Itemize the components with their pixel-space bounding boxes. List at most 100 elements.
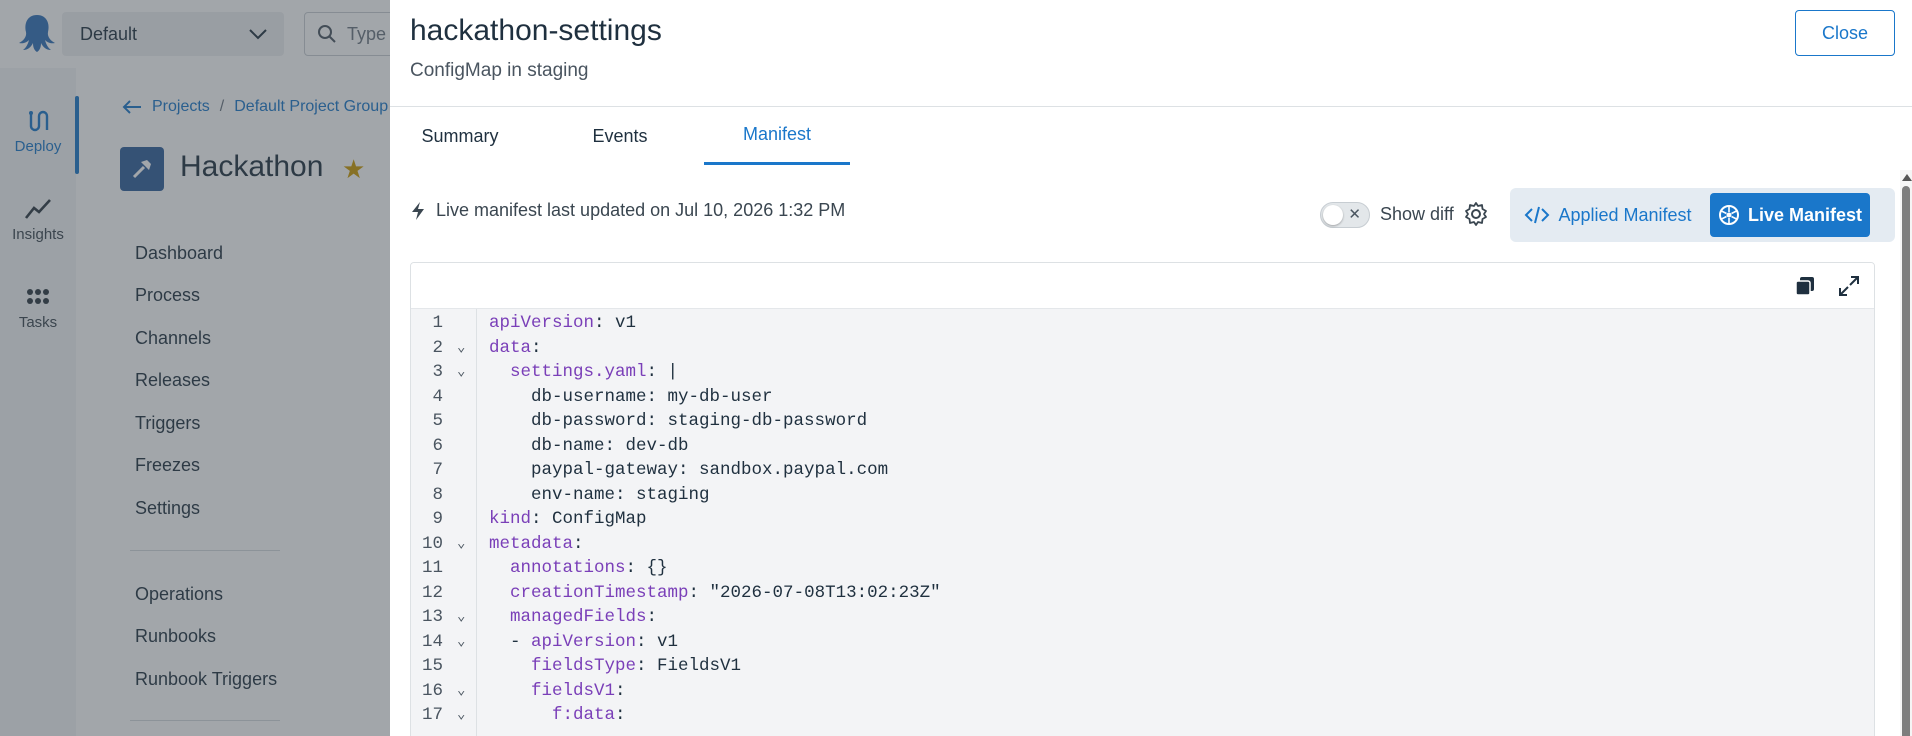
close-icon: ✕ bbox=[1348, 206, 1361, 223]
applied-manifest-label: Applied Manifest bbox=[1558, 204, 1692, 225]
line-number: 12 bbox=[421, 582, 443, 603]
manifest-view-switcher: Applied Manifest Live Manifest bbox=[1510, 188, 1895, 242]
code-text: apiVersion: v1 bbox=[489, 313, 637, 333]
scroll-thumb[interactable] bbox=[1902, 186, 1910, 736]
drawer-scrollbar[interactable] bbox=[1900, 170, 1912, 736]
resource-drawer: hackathon-settings ConfigMap in staging … bbox=[390, 0, 1912, 736]
code-text: f:data: bbox=[552, 705, 626, 725]
kubernetes-icon bbox=[1718, 205, 1739, 225]
scroll-up-arrow-icon[interactable] bbox=[1902, 174, 1912, 181]
line-number: 8 bbox=[432, 484, 443, 505]
code-text: annotations: {} bbox=[510, 558, 668, 578]
code-text: db-username: my-db-user bbox=[531, 386, 773, 407]
line-number: 9 bbox=[432, 509, 443, 529]
code-line: 17 ⌄ f:data: bbox=[411, 703, 1811, 728]
code-line: 10 ⌄ metadata: bbox=[411, 532, 1811, 557]
code-text: db-name: dev-db bbox=[531, 435, 689, 456]
line-number: 3 bbox=[432, 362, 443, 382]
line-number: 10 bbox=[421, 533, 443, 554]
yaml-key: annotations bbox=[510, 558, 626, 578]
manifest-editor: 1 apiVersion: v1 2 ⌄ data: 3 ⌄ settings.yaml: … bbox=[410, 262, 1875, 736]
code-line: 2 ⌄ data: bbox=[411, 336, 1811, 361]
code-line: 9 kind: ConfigMap bbox=[411, 507, 1811, 532]
code-text: fieldsV1: bbox=[531, 680, 626, 701]
yaml-key: apiVersion bbox=[531, 631, 637, 652]
code-text: kind: ConfigMap bbox=[489, 509, 647, 529]
applied-manifest-button[interactable]: Applied Manifest bbox=[1518, 193, 1698, 237]
code-line: 6 db-name: dev-db bbox=[411, 434, 1811, 459]
line-number: 4 bbox=[432, 386, 443, 407]
line-number: 14 bbox=[421, 631, 443, 652]
show-diff-toggle[interactable]: ✕ bbox=[1320, 202, 1370, 228]
fold-chevron-icon[interactable]: ⌄ bbox=[457, 336, 465, 361]
code-line: 4 db-username: my-db-user bbox=[411, 385, 1811, 410]
line-number: 7 bbox=[432, 460, 443, 480]
code-line: 12 creationTimestamp: "2026-07-08T13:02:… bbox=[411, 581, 1811, 606]
code-text: - apiVersion: v1 bbox=[489, 631, 679, 652]
code-text: fieldsType: FieldsV1 bbox=[531, 656, 742, 676]
code-line: 11 annotations: {} bbox=[411, 556, 1811, 581]
code-line: 8 env-name: staging bbox=[411, 483, 1811, 508]
line-number: 11 bbox=[421, 558, 443, 578]
yaml-key: data bbox=[489, 337, 532, 358]
line-number: 1 bbox=[432, 313, 443, 333]
code-text: paypal-gateway: sandbox.paypal.com bbox=[531, 460, 889, 480]
show-diff-label: Show diff bbox=[1380, 204, 1454, 224]
yaml-key: creationTimestamp bbox=[510, 582, 689, 603]
copy-icon[interactable] bbox=[1793, 274, 1817, 298]
yaml-key: managedFields bbox=[510, 607, 647, 627]
line-number: 2 bbox=[432, 337, 443, 358]
manifest-status-text: Live manifest last updated on Jul 10, 20… bbox=[436, 200, 846, 220]
yaml-key: fieldsType bbox=[531, 656, 637, 676]
lightning-icon bbox=[412, 201, 424, 220]
drawer-subtitle: ConfigMap in staging bbox=[410, 60, 589, 81]
tab-manifest[interactable]: Manifest bbox=[704, 107, 850, 165]
code-text: settings.yaml: | bbox=[510, 362, 679, 382]
yaml-key: f:data bbox=[552, 705, 616, 725]
line-number: 13 bbox=[421, 607, 443, 627]
code-line: 14 ⌄ - apiVersion: v1 bbox=[411, 630, 1811, 655]
yaml-key: settings.yaml bbox=[510, 362, 647, 382]
code-line: 15 fieldsType: FieldsV1 bbox=[411, 654, 1811, 679]
code-text: creationTimestamp: "2026-07-08T13:02:23Z… bbox=[510, 582, 941, 603]
fold-chevron-icon[interactable]: ⌄ bbox=[457, 630, 465, 655]
expand-icon[interactable] bbox=[1837, 274, 1861, 298]
toggle-knob bbox=[1323, 205, 1343, 225]
code-area[interactable]: 1 apiVersion: v1 2 ⌄ data: 3 ⌄ settings.yaml: … bbox=[411, 309, 1874, 736]
yaml-key: fieldsV1 bbox=[531, 680, 616, 701]
code-text: managedFields: bbox=[510, 607, 658, 627]
code-line: 16 ⌄ fieldsV1: bbox=[411, 679, 1811, 704]
line-number: 6 bbox=[432, 435, 443, 456]
editor-toolbar bbox=[411, 263, 1874, 309]
code-line: 3 ⌄ settings.yaml: | bbox=[411, 360, 1811, 385]
code-text: data: bbox=[489, 337, 542, 358]
code-line: 5 db-password: staging-db-password bbox=[411, 409, 1811, 434]
code-line: 1 apiVersion: v1 bbox=[411, 311, 1811, 336]
tab-events[interactable]: Events bbox=[570, 107, 670, 165]
line-number: 17 bbox=[421, 705, 443, 725]
fold-chevron-icon[interactable]: ⌄ bbox=[457, 360, 465, 385]
yaml-key: metadata bbox=[489, 533, 574, 554]
line-number: 15 bbox=[421, 656, 443, 676]
code-text: env-name: staging bbox=[531, 484, 710, 505]
code-text: metadata: bbox=[489, 533, 584, 554]
live-manifest-button[interactable]: Live Manifest bbox=[1710, 193, 1870, 237]
code-line: 7 paypal-gateway: sandbox.paypal.com bbox=[411, 458, 1811, 483]
code-text: db-password: staging-db-password bbox=[531, 411, 868, 431]
fold-chevron-icon[interactable]: ⌄ bbox=[457, 532, 465, 557]
manifest-status: Live manifest last updated on Jul 10, 20… bbox=[410, 200, 845, 221]
yaml-key: kind bbox=[489, 509, 532, 529]
code-line: 13 ⌄ managedFields: bbox=[411, 605, 1811, 630]
close-button[interactable]: Close bbox=[1795, 10, 1895, 56]
live-manifest-label: Live Manifest bbox=[1747, 204, 1863, 225]
drawer-title: hackathon-settings bbox=[410, 14, 662, 47]
fold-chevron-icon[interactable]: ⌄ bbox=[457, 605, 465, 630]
tab-summary[interactable]: Summary bbox=[410, 107, 510, 165]
gear-icon[interactable] bbox=[1463, 201, 1489, 227]
fold-chevron-icon[interactable]: ⌄ bbox=[457, 703, 465, 728]
fold-chevron-icon[interactable]: ⌄ bbox=[457, 679, 465, 704]
line-number: 5 bbox=[432, 411, 443, 431]
code-icon bbox=[1525, 206, 1550, 224]
line-number: 16 bbox=[421, 680, 443, 701]
yaml-key: apiVersion bbox=[489, 313, 595, 333]
